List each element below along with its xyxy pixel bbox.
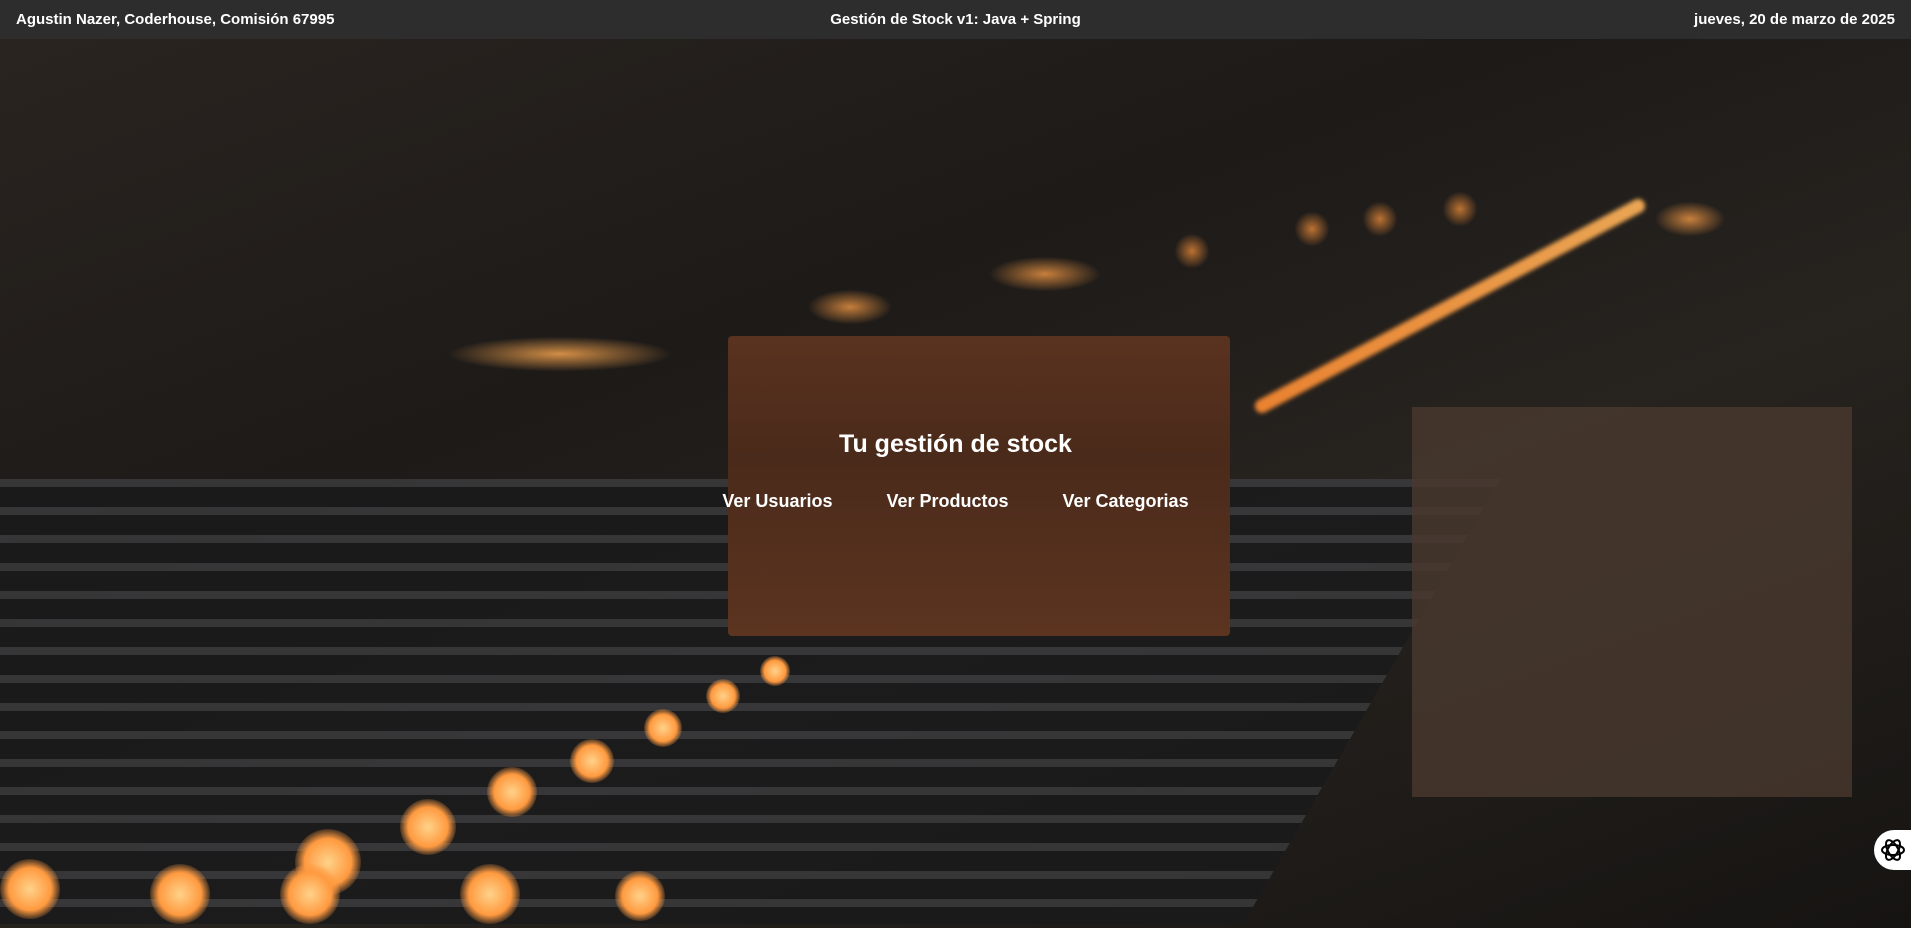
author-info: Agustin Nazer, Coderhouse, Comisión 6799… bbox=[16, 11, 335, 28]
top-bar: Agustin Nazer, Coderhouse, Comisión 6799… bbox=[0, 0, 1911, 39]
light-glow bbox=[615, 871, 665, 921]
hero-title: Tu gestión de stock bbox=[839, 430, 1072, 458]
main-nav: Ver Usuarios Ver Productos Ver Categoria… bbox=[0, 491, 1911, 512]
light-glow bbox=[460, 864, 520, 924]
glowing-rail bbox=[1252, 196, 1648, 416]
link-ver-productos[interactable]: Ver Productos bbox=[886, 491, 1008, 512]
current-date: jueves, 20 de marzo de 2025 bbox=[1694, 11, 1895, 28]
link-ver-categorias[interactable]: Ver Categorias bbox=[1063, 491, 1189, 512]
light-glow bbox=[570, 739, 614, 783]
light-glow bbox=[0, 859, 60, 919]
light-glow bbox=[644, 709, 682, 747]
light-glow bbox=[760, 656, 790, 686]
light-glow bbox=[280, 864, 340, 924]
light-glow bbox=[400, 799, 456, 855]
hero-section: Tu gestión de stock Ver Usuarios Ver Pro… bbox=[0, 430, 1911, 512]
openai-logo-icon bbox=[1880, 839, 1905, 861]
link-ver-usuarios[interactable]: Ver Usuarios bbox=[722, 491, 832, 512]
assistant-widget-button[interactable] bbox=[1874, 830, 1911, 870]
light-glow bbox=[706, 679, 740, 713]
light-glow bbox=[150, 864, 210, 924]
light-glow bbox=[487, 767, 537, 817]
